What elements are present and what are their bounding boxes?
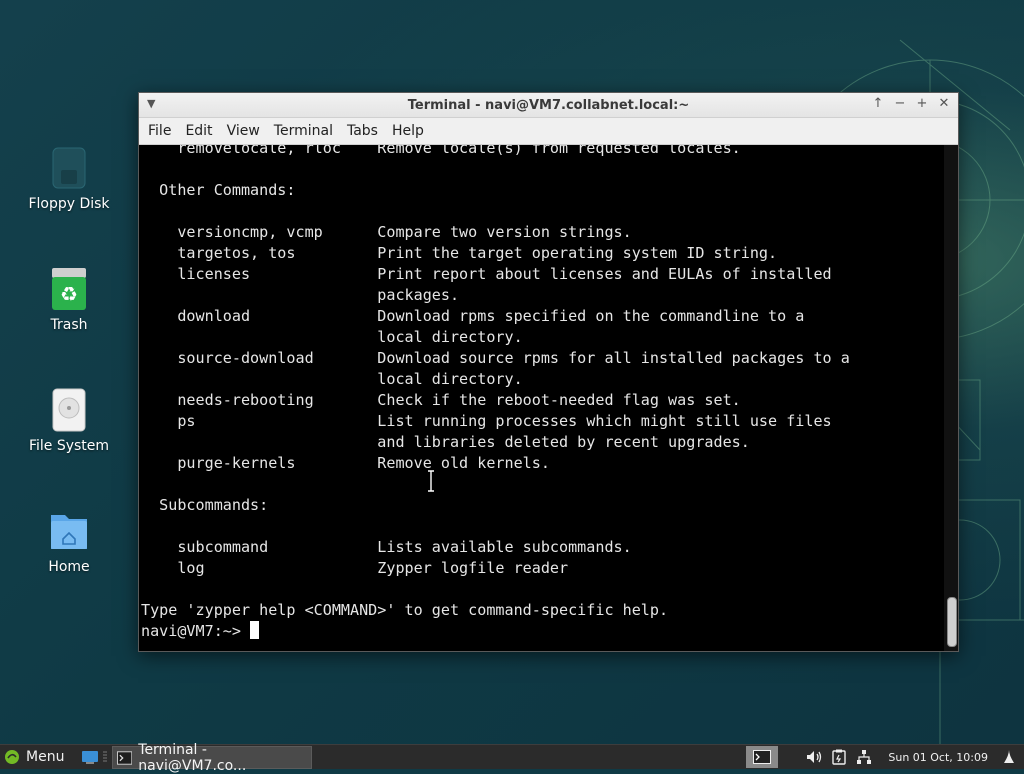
menu-file[interactable]: File (141, 118, 178, 144)
minimize-icon[interactable]: − (892, 96, 908, 112)
mouse-ibeam-cursor (428, 470, 434, 492)
menu-terminal[interactable]: Terminal (267, 118, 340, 144)
terminal-line: removelocale, rloc Remove locale(s) from… (141, 145, 741, 157)
start-menu-button[interactable]: Menu (0, 749, 76, 765)
power-icon[interactable] (1002, 749, 1016, 765)
terminal-line: needs-rebooting Check if the reboot-need… (141, 391, 741, 409)
window-title: Terminal - navi@VM7.collabnet.local:~ (407, 98, 690, 113)
window-menubar: File Edit View Terminal Tabs Help (139, 118, 958, 145)
terminal-line: source-download Download source rpms for… (141, 349, 850, 367)
terminal-line: ps List running processes which might st… (141, 412, 832, 430)
menu-tabs[interactable]: Tabs (340, 118, 385, 144)
terminal-line: Other Commands: (141, 181, 296, 199)
system-tray: Sun 01 Oct, 10:09 (746, 745, 1024, 769)
shade-icon[interactable]: ↑ (870, 96, 886, 112)
terminal-line: log Zypper logfile reader (141, 559, 569, 577)
clock[interactable]: Sun 01 Oct, 10:09 (888, 751, 988, 764)
start-menu-label: Menu (26, 749, 65, 765)
desktop-icon-label: File System (28, 438, 110, 454)
terminal-line: Type 'zypper help <COMMAND>' to get comm… (141, 601, 669, 619)
terminal-scrollbar[interactable] (944, 145, 958, 651)
terminal-line: download Download rpms specified on the … (141, 307, 805, 325)
terminal-window[interactable]: ▼ Terminal - navi@VM7.collabnet.local:~ … (138, 92, 959, 652)
desktop-icon-home[interactable]: Home (8, 509, 130, 575)
menu-edit[interactable]: Edit (178, 118, 219, 144)
svg-text:♻: ♻ (60, 282, 78, 306)
desktop-icon-trash[interactable]: ♻ Trash (8, 267, 130, 333)
home-folder-icon (49, 509, 89, 553)
terminal-output[interactable]: removelocale, rloc Remove locale(s) from… (139, 145, 944, 651)
terminal-line: versioncmp, vcmp Compare two version str… (141, 223, 632, 241)
terminal-app-icon (117, 750, 133, 765)
hard-drive-icon (49, 388, 89, 432)
terminal-tray-icon[interactable] (746, 746, 779, 768)
menu-help[interactable]: Help (385, 118, 431, 144)
terminal-line: local directory. (141, 370, 523, 388)
terminal-line: local directory. (141, 328, 523, 346)
taskbar-separator-icon (103, 751, 107, 762)
terminal-line: targetos, tos Print the target operating… (141, 244, 778, 262)
terminal-prompt: navi@VM7:~> (141, 622, 251, 640)
desktop-icon-floppy-disk[interactable]: Floppy Disk (8, 146, 130, 212)
trash-icon: ♻ (49, 267, 89, 311)
opensuse-logo-icon (5, 750, 19, 764)
terminal-line: packages. (141, 286, 460, 304)
taskbar-task-terminal[interactable]: Terminal - navi@VM7.co... (112, 742, 312, 774)
desktop-icon-file-system[interactable]: File System (8, 388, 130, 454)
menu-view[interactable]: View (220, 118, 267, 144)
clipboard-icon[interactable] (832, 749, 847, 765)
terminal-line: and libraries deleted by recent upgrades… (141, 433, 750, 451)
terminal-line: licenses Print report about licenses and… (141, 265, 832, 283)
scrollbar-thumb[interactable] (947, 597, 957, 647)
terminal-line: subcommand Lists available subcommands. (141, 538, 632, 556)
window-titlebar[interactable]: ▼ Terminal - navi@VM7.collabnet.local:~ … (139, 93, 958, 118)
show-desktop-icon[interactable] (81, 750, 99, 764)
maximize-icon[interactable]: + (914, 96, 930, 112)
desktop-icon-label: Floppy Disk (28, 196, 110, 212)
taskbar: Menu Terminal - navi@VM7.co... Sun 01 Oc… (0, 742, 1024, 774)
network-icon[interactable] (856, 749, 872, 765)
terminal-line: purge-kernels Remove old kernels. (141, 454, 550, 472)
close-icon[interactable]: ✕ (936, 96, 952, 112)
floppy-disk-icon (49, 146, 89, 190)
taskbar-task-label: Terminal - navi@VM7.co... (138, 741, 247, 774)
volume-icon[interactable] (806, 749, 824, 765)
terminal-line: Subcommands: (141, 496, 269, 514)
desktop-icon-label: Home (48, 559, 90, 575)
terminal-cursor (250, 621, 260, 639)
desktop-icon-label: Trash (50, 317, 88, 333)
